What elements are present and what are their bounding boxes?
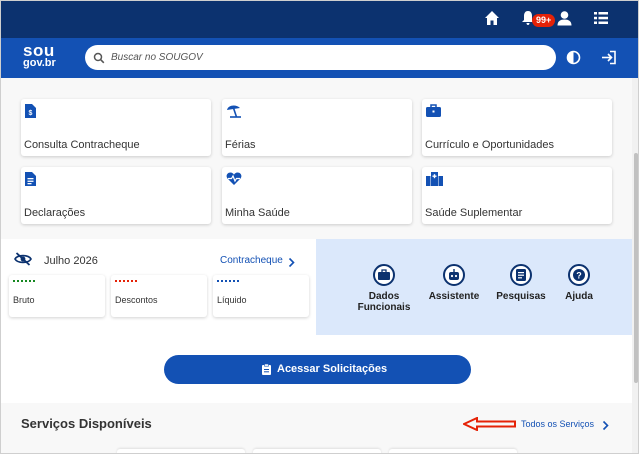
document-icon <box>25 172 36 191</box>
card-ferias[interactable]: Férias <box>222 99 412 156</box>
service-cards: $ Consulta Contracheque Férias Currículo… <box>1 78 632 239</box>
search-input[interactable] <box>111 45 541 70</box>
actions-band: Acessar Solicitações <box>1 335 632 403</box>
header: sou gov.br <box>1 38 638 78</box>
login-icon[interactable] <box>601 50 617 70</box>
notification-badge: 99+ <box>532 14 556 27</box>
chevron-right-icon[interactable] <box>288 255 295 273</box>
scrollbar[interactable] <box>632 78 638 453</box>
briefcase-icon <box>426 104 441 122</box>
card-declaracoes[interactable]: Declarações <box>21 167 211 224</box>
help-icon: ? <box>568 264 590 286</box>
card-label: Consulta Contracheque <box>24 139 140 151</box>
service-card-peek[interactable] <box>389 449 517 453</box>
salary-panel: Julho 2026 Contracheque Bruto Descontos … <box>1 239 316 335</box>
contracheque-link[interactable]: Contracheque <box>220 255 283 266</box>
salary-liquido[interactable]: Líquido <box>213 275 309 317</box>
quick-label: Assistente <box>428 291 480 302</box>
card-consulta-contracheque[interactable]: $ Consulta Contracheque <box>21 99 211 156</box>
card-label: Férias <box>225 139 256 151</box>
quick-ajuda[interactable]: ? Ajuda <box>554 264 604 302</box>
eye-slash-icon[interactable] <box>14 252 32 271</box>
quick-links: Dados Funcionais Assistente Pesquisas ? <box>316 239 632 335</box>
scrollbar-thumb[interactable] <box>634 153 638 383</box>
card-label: Declarações <box>24 207 86 219</box>
annotation-arrow-icon <box>461 416 517 436</box>
quick-assistente[interactable]: Assistente <box>424 264 484 302</box>
contrast-icon[interactable] <box>566 50 581 70</box>
chevron-right-icon[interactable] <box>602 418 609 436</box>
main-content: $ Consulta Contracheque Férias Currículo… <box>1 78 632 453</box>
list-icon[interactable] <box>593 10 609 31</box>
survey-icon <box>510 264 532 286</box>
clipboard-icon <box>262 363 271 378</box>
robot-icon <box>443 264 465 286</box>
card-saude-suplementar[interactable]: Saúde Suplementar <box>422 167 612 224</box>
user-icon[interactable] <box>557 10 572 31</box>
quick-label: Funcionais <box>357 302 411 313</box>
service-card-peek[interactable] <box>117 449 245 453</box>
quick-label: Pesquisas <box>496 291 546 302</box>
dots-descontos <box>115 280 137 282</box>
card-curriculo[interactable]: Currículo e Oportunidades <box>422 99 612 156</box>
search-bar <box>85 45 556 70</box>
section-title: Serviços Disponíveis <box>21 416 152 431</box>
quick-label: Ajuda <box>565 291 593 302</box>
salary-label: Líquido <box>217 295 247 305</box>
dots-bruto <box>13 280 35 282</box>
top-bar: 99+ <box>1 1 638 38</box>
salary-label: Descontos <box>115 295 158 305</box>
card-label: Minha Saúde <box>225 207 290 219</box>
svg-text:?: ? <box>576 270 582 280</box>
logo-line-2: gov.br <box>23 57 56 69</box>
salary-month: Julho 2026 <box>44 255 98 267</box>
button-label: Acessar Solicitações <box>277 363 388 375</box>
quick-dados-funcionais[interactable]: Dados Funcionais <box>354 264 414 313</box>
servicos-section: Serviços Disponíveis Todos os Serviços <box>1 403 632 453</box>
quick-pesquisas[interactable]: Pesquisas <box>491 264 551 302</box>
payslip-icon: $ <box>25 104 36 123</box>
app-window: 99+ sou gov.br Buscar no SOUGOV $ Consul… <box>0 0 639 454</box>
quick-label: Dados <box>368 291 400 302</box>
hospital-icon <box>426 172 443 191</box>
salary-descontos[interactable]: Descontos <box>111 275 207 317</box>
dots-liquido <box>217 280 239 282</box>
sougov-logo[interactable]: sou gov.br <box>23 42 56 69</box>
acessar-solicitacoes-button[interactable]: Acessar Solicitações <box>164 355 471 384</box>
svg-text:$: $ <box>29 110 33 117</box>
salary-bruto[interactable]: Bruto <box>9 275 105 317</box>
beach-umbrella-icon <box>226 104 242 123</box>
todos-servicos-link[interactable]: Todos os Serviços <box>521 419 594 429</box>
search-icon <box>93 51 105 69</box>
home-icon[interactable] <box>484 10 500 31</box>
card-minha-saude[interactable]: Minha Saúde <box>222 167 412 224</box>
salary-label: Bruto <box>13 295 35 305</box>
card-label: Currículo e Oportunidades <box>425 139 555 151</box>
heart-pulse-icon <box>226 172 242 191</box>
service-card-peek[interactable] <box>253 449 381 453</box>
briefcase-icon <box>373 264 395 286</box>
card-label: Saúde Suplementar <box>425 207 523 219</box>
